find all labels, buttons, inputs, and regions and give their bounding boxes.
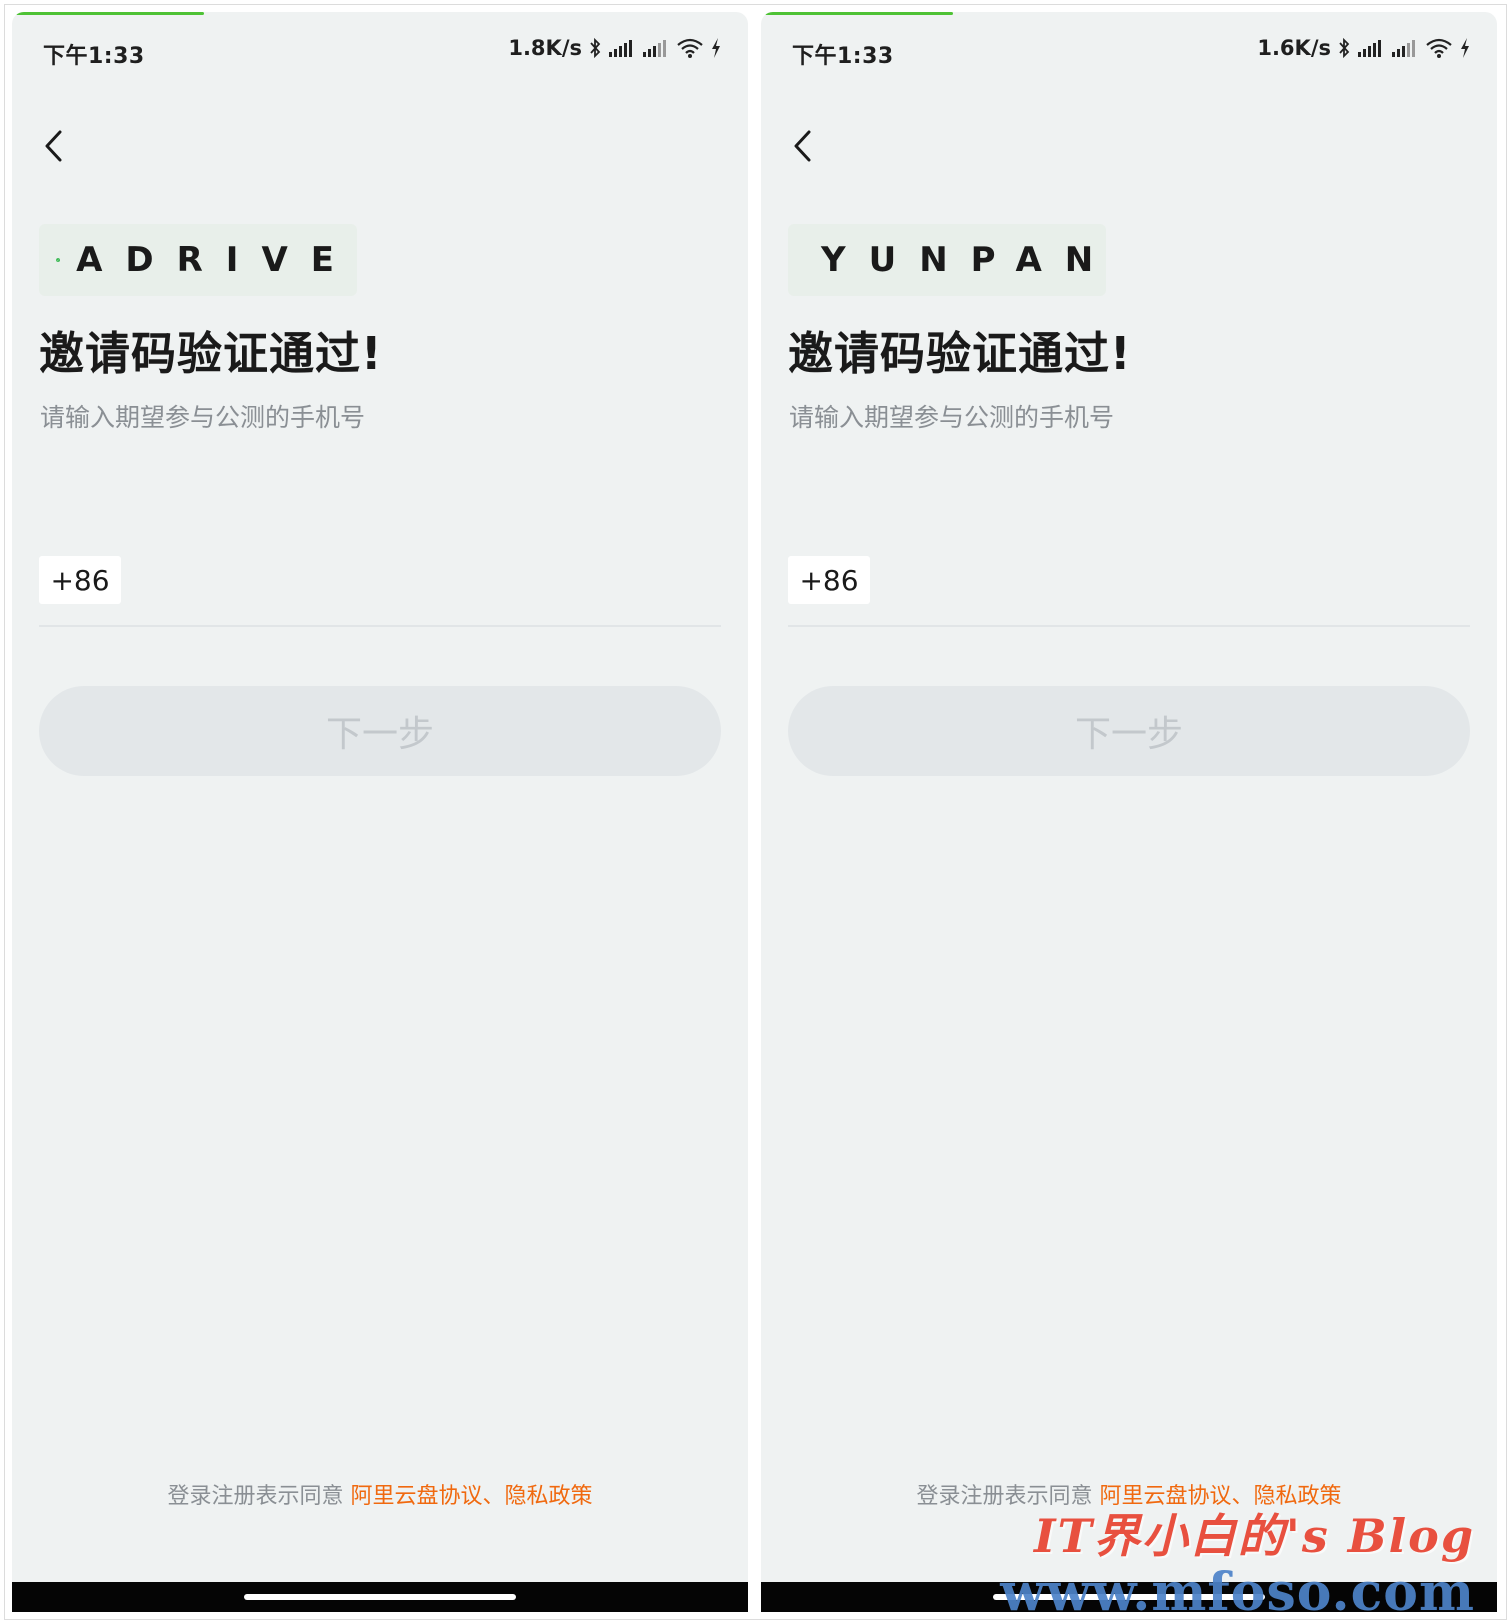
check-circle-icon	[56, 258, 60, 262]
signal-icon	[609, 40, 632, 57]
privacy-policy-link[interactable]: 隐私政策	[1254, 1484, 1342, 1509]
status-bar: 下午1:33 1.6K/s	[761, 32, 1497, 72]
chevron-left-icon	[794, 130, 811, 162]
phone-number-input[interactable]	[136, 556, 700, 606]
next-button[interactable]: 下一步	[39, 686, 721, 776]
chevron-left-icon	[45, 130, 62, 162]
wifi-icon	[1426, 38, 1452, 58]
page-load-progress	[16, 12, 204, 15]
back-button[interactable]	[32, 124, 76, 168]
phone-number-input[interactable]	[885, 556, 1449, 606]
status-icons: 1.8K/s	[508, 36, 722, 60]
status-time: 下午1:33	[792, 44, 894, 69]
back-button[interactable]	[781, 124, 825, 168]
charging-icon	[1461, 38, 1469, 58]
signal-icon	[1358, 40, 1381, 57]
agreement-text: 登录注册表示同意 阿里云盘协议、隐私政策	[761, 1478, 1497, 1510]
status-bar: 下午1:33 1.8K/s	[12, 32, 748, 72]
wifi-icon	[677, 38, 703, 58]
country-code-selector[interactable]: +86	[788, 556, 870, 604]
next-button[interactable]: 下一步	[788, 686, 1470, 776]
brand-name: YUNPAN	[821, 240, 1117, 280]
signal-icon	[643, 40, 666, 57]
network-speed: 1.6K/s	[1257, 36, 1331, 60]
agreement-prefix: 登录注册表示同意	[167, 1484, 344, 1509]
network-speed: 1.8K/s	[508, 36, 582, 60]
bluetooth-icon	[1339, 37, 1350, 59]
agreement-text: 登录注册表示同意 阿里云盘协议、隐私政策	[12, 1478, 748, 1510]
home-indicator[interactable]	[244, 1594, 516, 1600]
page-title: 邀请码验证通过!	[39, 327, 383, 380]
brand-badge: YUNPAN	[788, 224, 1106, 296]
page-subtitle: 请输入期望参与公测的手机号	[789, 403, 1115, 432]
input-underline	[39, 625, 721, 627]
page-load-progress	[765, 12, 953, 15]
agreement-separator: 、	[482, 1484, 505, 1509]
home-indicator[interactable]	[993, 1594, 1265, 1600]
service-agreement-link[interactable]: 阿里云盘协议	[350, 1484, 482, 1509]
charging-icon	[712, 38, 720, 58]
status-time: 下午1:33	[43, 44, 145, 69]
bluetooth-icon	[590, 37, 601, 59]
phone-screen-left: 下午1:33 1.8K/s ADRIVE 邀请码验证通过! 请输入期望参与公测的…	[12, 12, 748, 1612]
country-code-selector[interactable]: +86	[39, 556, 121, 604]
navigation-bar	[12, 1582, 748, 1612]
status-icons: 1.6K/s	[1257, 36, 1471, 60]
brand-badge: ADRIVE	[39, 224, 357, 296]
page-subtitle: 请输入期望参与公测的手机号	[40, 403, 366, 432]
service-agreement-link[interactable]: 阿里云盘协议	[1099, 1484, 1231, 1509]
agreement-prefix: 登录注册表示同意	[916, 1484, 1093, 1509]
privacy-policy-link[interactable]: 隐私政策	[505, 1484, 593, 1509]
input-underline	[788, 625, 1470, 627]
page-title: 邀请码验证通过!	[788, 327, 1132, 380]
navigation-bar	[761, 1582, 1497, 1612]
signal-icon	[1392, 40, 1415, 57]
brand-name: ADRIVE	[76, 240, 357, 280]
agreement-separator: 、	[1231, 1484, 1254, 1509]
phone-screen-right: 下午1:33 1.6K/s YUNPAN 邀请码验证通过! 请输入期望参与公测的…	[761, 12, 1497, 1612]
